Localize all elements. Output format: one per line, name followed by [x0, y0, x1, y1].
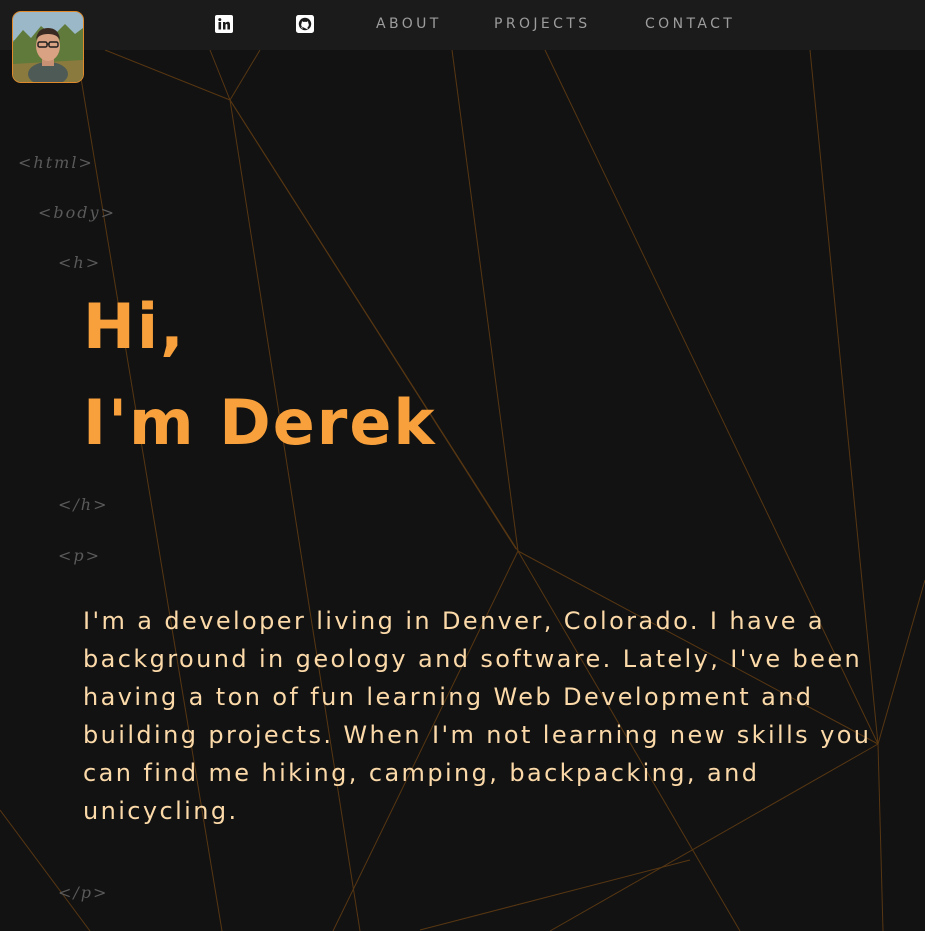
body-open-tag: <body> — [38, 203, 116, 222]
hero-name: I'm Derek — [83, 386, 437, 459]
avatar[interactable] — [12, 11, 84, 83]
nav-about-link[interactable]: ABOUT — [376, 16, 442, 32]
nav-contact-link[interactable]: CONTACT — [645, 16, 735, 32]
h-close-tag: </h> — [58, 495, 109, 514]
html-open-tag: <html> — [18, 153, 94, 172]
p-open-tag: <p> — [58, 546, 102, 565]
bio-paragraph: I'm a developer living in Denver, Colora… — [83, 607, 872, 825]
linkedin-icon[interactable] — [215, 15, 233, 33]
github-icon[interactable] — [296, 15, 314, 33]
avatar-photo — [13, 12, 83, 82]
nav-projects-link[interactable]: PROJECTS — [494, 16, 591, 32]
h-open-tag: <h> — [58, 253, 102, 272]
hero-greeting: Hi, — [83, 290, 186, 363]
p-close-tag: </p> — [58, 883, 109, 902]
navbar — [0, 0, 925, 50]
